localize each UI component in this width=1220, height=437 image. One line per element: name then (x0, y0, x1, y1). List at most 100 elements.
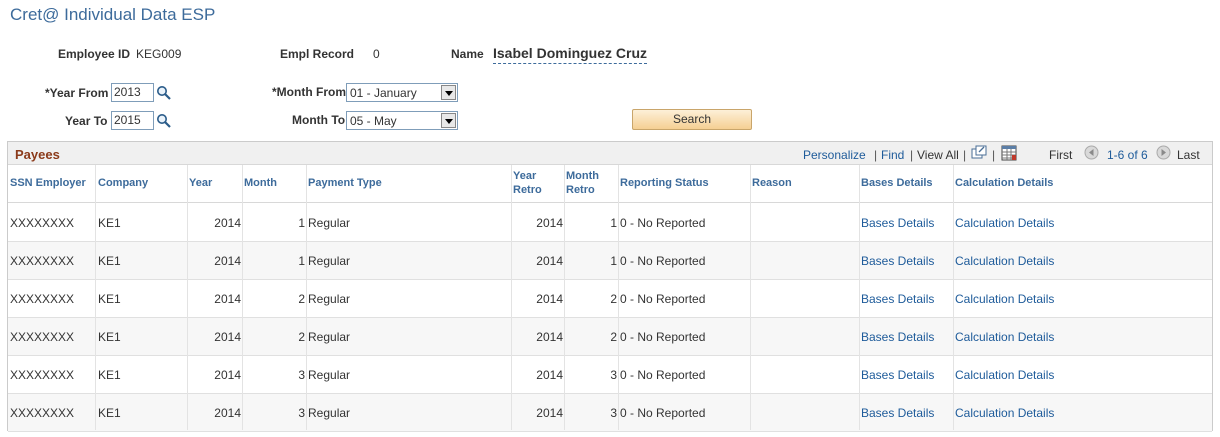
empl-record-value: 0 (373, 47, 380, 61)
col-company: Company (98, 177, 149, 189)
cell-reporting-status: 0 - No Reported (620, 406, 706, 420)
calculation-details-link[interactable]: Calculation Details (955, 242, 1155, 280)
column-divider (95, 165, 96, 430)
employee-id-value: KEG009 (136, 47, 182, 61)
col-bases-details: Bases Details (861, 177, 933, 189)
table-row: XXXXXXXX KE1 2014 2 Regular 2014 2 0 - No Repor… (8, 280, 1212, 318)
cell-month: 3 (298, 368, 305, 382)
cell-month-retro: 3 (610, 368, 617, 382)
cell-payment-type: Regular (308, 254, 351, 268)
year-to-input[interactable]: 2015 (111, 111, 154, 130)
cell-payment-type: Regular (308, 292, 351, 306)
spreadsheet-download-icon[interactable] (1001, 145, 1017, 161)
cell-reporting-status: 0 - No Reported (620, 216, 706, 230)
cell-year-retro: 2014 (536, 368, 563, 382)
magnifier-icon[interactable] (156, 85, 172, 101)
col-calculation-details: Calculation Details (955, 177, 1054, 189)
name-label: Name (451, 47, 484, 61)
table-row: XXXXXXXX KE1 2014 3 Regular 2014 3 0 - No Repor… (8, 356, 1212, 394)
arrow-left-circle-icon[interactable] (1084, 145, 1099, 160)
table-row: XXXXXXXX KE1 2014 2 Regular 2014 2 0 - No Repor… (8, 318, 1212, 356)
cell-month-retro: 1 (610, 254, 617, 268)
cell-ssn: XXXXXXXX (10, 368, 75, 382)
cell-reason (752, 204, 857, 242)
grid-header-bar: Payees Personalize | Find | View All | |… (8, 142, 1212, 165)
col-month: Month (244, 177, 277, 189)
view-all-link[interactable]: View All (917, 148, 959, 162)
separator: | (874, 148, 878, 162)
arrow-right-circle-icon[interactable] (1156, 145, 1171, 160)
calculation-details-link[interactable]: Calculation Details (955, 204, 1155, 242)
year-from-label: *Year From (45, 86, 109, 100)
year-from-input[interactable]: 2013 (111, 83, 154, 102)
search-button[interactable]: Search (632, 109, 752, 130)
cell-ssn: XXXXXXXX (10, 254, 75, 268)
employee-name[interactable]: Isabel Dominguez Cruz (493, 45, 648, 64)
cell-month: 2 (298, 330, 305, 344)
cell-month-retro: 2 (610, 330, 617, 344)
month-from-value: 01 - January (350, 86, 417, 100)
find-link[interactable]: Find (881, 148, 904, 162)
chevron-down-icon[interactable] (441, 113, 456, 128)
cell-year: 2014 (214, 292, 241, 306)
bases-details-link[interactable]: Bases Details (861, 242, 951, 280)
calculation-details-link[interactable]: Calculation Details (955, 280, 1155, 318)
payees-grid: Payees Personalize | Find | View All | |… (7, 141, 1213, 432)
cell-payment-type: Regular (308, 368, 351, 382)
cell-company: KE1 (98, 254, 121, 268)
cell-reporting-status: 0 - No Reported (620, 254, 706, 268)
cell-month-retro: 2 (610, 292, 617, 306)
bases-details-link[interactable]: Bases Details (861, 394, 951, 432)
col-payment-type: Payment Type (308, 177, 382, 189)
bases-details-link[interactable]: Bases Details (861, 318, 951, 356)
cell-reporting-status: 0 - No Reported (620, 292, 706, 306)
new-window-icon[interactable] (971, 145, 987, 160)
column-divider (511, 165, 512, 430)
month-from-select[interactable]: 01 - January (346, 83, 458, 102)
employee-id-label: Employee ID (58, 47, 131, 61)
empl-record-label: Empl Record (280, 47, 355, 61)
cell-reason (752, 356, 857, 394)
bases-details-link[interactable]: Bases Details (861, 204, 951, 242)
table-row: XXXXXXXX KE1 2014 1 Regular 2014 1 0 - No Repor… (8, 204, 1212, 242)
cell-month-retro: 3 (610, 406, 617, 420)
separator: | (910, 148, 914, 162)
separator: | (992, 148, 996, 162)
col-year-retro-line2: Retro (513, 184, 542, 196)
cell-reason (752, 318, 857, 356)
cell-month: 2 (298, 292, 305, 306)
cell-payment-type: Regular (308, 330, 351, 344)
column-divider (750, 165, 751, 430)
cell-ssn: XXXXXXXX (10, 292, 75, 306)
separator: | (963, 148, 967, 162)
calculation-details-link[interactable]: Calculation Details (955, 318, 1155, 356)
col-month-retro-line1: Month (566, 170, 599, 182)
cell-ssn: XXXXXXXX (10, 406, 75, 420)
table-row: XXXXXXXX KE1 2014 1 Regular 2014 1 0 - No Repor… (8, 242, 1212, 280)
year-to-label: Year To (65, 114, 108, 128)
cell-year-retro: 2014 (536, 216, 563, 230)
bases-details-link[interactable]: Bases Details (861, 280, 951, 318)
cell-year: 2014 (214, 406, 241, 420)
month-from-label: *Month From (272, 85, 346, 99)
col-ssn-employer: SSN Employer (10, 177, 86, 189)
chevron-down-icon[interactable] (441, 85, 456, 100)
calculation-details-link[interactable]: Calculation Details (955, 356, 1155, 394)
personalize-link[interactable]: Personalize (803, 148, 866, 162)
cell-company: KE1 (98, 368, 121, 382)
month-to-select[interactable]: 05 - May (346, 111, 458, 130)
month-to-value: 05 - May (350, 114, 397, 128)
column-divider (564, 165, 565, 430)
col-month-retro-line2: Retro (566, 184, 595, 196)
table-row: XXXXXXXX KE1 2014 3 Regular 2014 3 0 - No Repor… (8, 394, 1212, 432)
cell-company: KE1 (98, 406, 121, 420)
column-divider (306, 165, 307, 430)
col-year: Year (189, 177, 213, 189)
cell-reporting-status: 0 - No Reported (620, 368, 706, 382)
bases-details-link[interactable]: Bases Details (861, 356, 951, 394)
magnifier-icon[interactable] (156, 113, 172, 129)
calculation-details-link[interactable]: Calculation Details (955, 394, 1155, 432)
cell-company: KE1 (98, 216, 121, 230)
grid-title: Payees (15, 147, 60, 162)
cell-reason (752, 280, 857, 318)
